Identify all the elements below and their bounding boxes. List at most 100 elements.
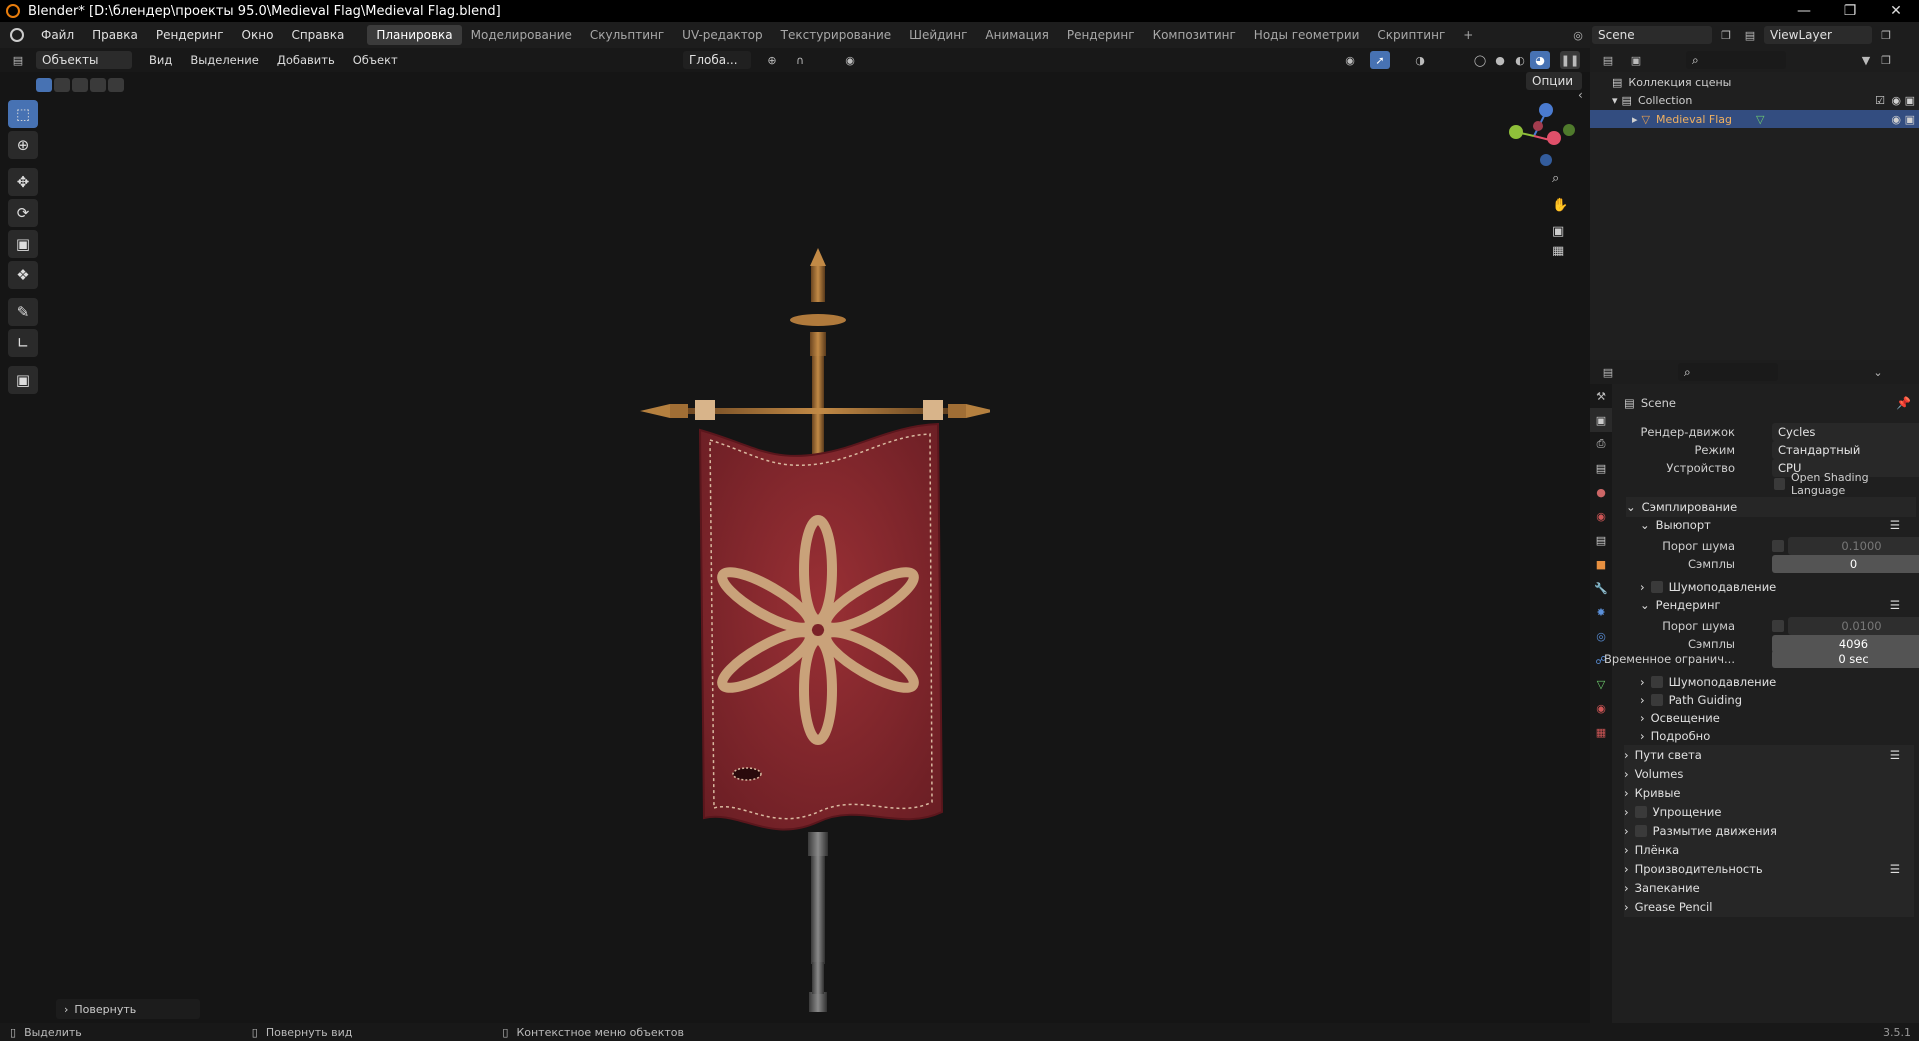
path-guiding-checkbox[interactable]	[1650, 694, 1663, 706]
r-denoise-subpanel[interactable]: › Шумоподавление	[1640, 672, 1919, 692]
blender-menu-icon[interactable]	[10, 28, 24, 42]
outliner-item-medieval-flag[interactable]: ▸ ▽ Medieval Flag ▽ ◉ ▣	[1590, 110, 1919, 128]
select-box-icon[interactable]: ⬚	[8, 100, 38, 128]
motion-blur-checkbox[interactable]	[1634, 825, 1647, 837]
scene-icon[interactable]: ◎	[1568, 26, 1588, 44]
vp-samples-field[interactable]: 0	[1772, 555, 1919, 573]
material-shading-icon[interactable]: ◐	[1510, 51, 1530, 69]
maximize-icon[interactable]: ❐	[1827, 0, 1873, 22]
gizmo-x-icon[interactable]	[1547, 131, 1561, 145]
chevron-down-icon[interactable]: ⌄	[1868, 363, 1888, 381]
render-engine-dropdown[interactable]: Cycles	[1772, 423, 1919, 441]
orientation-dropdown[interactable]: Глоба...	[683, 51, 751, 69]
add-cube-icon[interactable]: ▣	[8, 366, 38, 394]
time-limit-field[interactable]: 0 sec	[1772, 650, 1919, 668]
menu-render[interactable]: Рендеринг	[147, 28, 233, 42]
presets-list-icon[interactable]: ☰	[1890, 518, 1900, 532]
cursor-icon[interactable]: ⊕	[8, 131, 38, 159]
zoom-icon[interactable]: ⌕	[1552, 171, 1559, 186]
performance-panel[interactable]: › Производительность ☰	[1624, 859, 1914, 879]
solid-shading-icon[interactable]: ●	[1490, 51, 1510, 69]
measure-icon[interactable]: ∟	[8, 329, 38, 357]
outliner-search-input[interactable]: ⌕	[1686, 51, 1786, 69]
eye-icon[interactable]: ◉	[1891, 94, 1901, 107]
display-mode-icon[interactable]: ▣	[1626, 51, 1646, 69]
last-operator-panel[interactable]: › Повернуть	[56, 999, 200, 1019]
menu-add[interactable]: Добавить	[268, 53, 344, 67]
camera-view-icon[interactable]: ▣	[1552, 224, 1564, 239]
lights-subpanel[interactable]: › Освещение	[1640, 708, 1919, 728]
tab-layout[interactable]: Планировка	[367, 25, 462, 45]
tab-modeling[interactable]: Моделирование	[462, 25, 581, 45]
osl-checkbox[interactable]	[1774, 478, 1785, 490]
sampling-panel-header[interactable]: ⌄ Сэмплирование	[1626, 497, 1916, 517]
exclude-checkbox-icon[interactable]: ☑	[1875, 94, 1885, 107]
grease-pencil-panel[interactable]: › Grease Pencil	[1624, 897, 1914, 917]
advanced-subpanel[interactable]: › Подробно	[1640, 726, 1919, 746]
vp-denoise-subpanel[interactable]: › Шумоподавление	[1640, 577, 1919, 597]
render-tab-icon[interactable]: ▣	[1590, 408, 1612, 432]
wireframe-shading-icon[interactable]: ◯	[1470, 51, 1490, 69]
tab-sculpting[interactable]: Скульптинг	[581, 25, 673, 45]
viewport-subpanel-header[interactable]: ⌄ Выюпорт ☰	[1640, 515, 1910, 535]
mode-dropdown[interactable]: Объекты	[36, 51, 132, 69]
tab-rendering[interactable]: Рендеринг	[1058, 25, 1144, 45]
annotate-icon[interactable]: ✎	[8, 298, 38, 326]
select-invert-icon[interactable]	[90, 78, 106, 92]
vp-denoise-checkbox[interactable]	[1650, 581, 1663, 593]
vp-noise-checkbox[interactable]	[1772, 540, 1784, 552]
pan-hand-icon[interactable]: ✋	[1552, 197, 1568, 213]
film-panel[interactable]: › Плёнка	[1624, 840, 1914, 860]
menu-help[interactable]: Справка	[282, 28, 353, 42]
menu-select[interactable]: Выделение	[181, 53, 268, 67]
navigation-gizmo[interactable]: ⌕ ✋ ▣ ▦	[1496, 96, 1576, 256]
tab-compositing[interactable]: Композитинг	[1144, 25, 1245, 45]
viewlayer-field[interactable]: ViewLayer	[1764, 26, 1872, 44]
tab-texture-paint[interactable]: Текстурирование	[772, 25, 900, 45]
proportional-icon[interactable]: ◉	[840, 51, 860, 69]
vp-noise-threshold-field[interactable]: 0.1000	[1788, 537, 1919, 555]
pause-icon[interactable]: ❚❚	[1560, 51, 1580, 69]
properties-search-input[interactable]: ⌕	[1678, 363, 1778, 381]
render-camera-icon[interactable]: ▣	[1905, 113, 1915, 126]
presets-list-icon[interactable]: ☰	[1890, 598, 1900, 612]
r-noise-checkbox[interactable]	[1772, 620, 1784, 632]
select-subtract-icon[interactable]	[72, 78, 88, 92]
add-workspace-button[interactable]: +	[1454, 25, 1482, 45]
gizmo-z-icon[interactable]	[1539, 103, 1553, 117]
physics-tab-icon[interactable]: ◎	[1590, 624, 1612, 648]
transform-icon[interactable]: ❖	[8, 261, 38, 289]
feature-set-dropdown[interactable]: Стандартный	[1772, 441, 1919, 459]
gizmo-y-icon[interactable]	[1509, 125, 1523, 139]
menu-file[interactable]: Файл	[32, 28, 83, 42]
render-subpanel-header[interactable]: ⌄ Рендеринг ☰	[1640, 595, 1910, 615]
modifier-tab-icon[interactable]: 🔧	[1590, 576, 1612, 600]
data-tab-icon[interactable]: ▽	[1590, 672, 1612, 696]
editor-type-icon[interactable]: ▤	[8, 51, 28, 69]
r-denoise-checkbox[interactable]	[1650, 676, 1663, 688]
collection-label[interactable]: Collection	[1638, 94, 1692, 107]
filter-icon[interactable]: ▼	[1856, 51, 1876, 69]
tab-uv-editing[interactable]: UV-редактор	[673, 25, 771, 45]
outliner-type-icon[interactable]: ▤	[1598, 51, 1618, 69]
presets-list-icon[interactable]: ☰	[1890, 748, 1900, 762]
select-new-icon[interactable]	[36, 78, 52, 92]
tab-shading[interactable]: Шейдинг	[900, 25, 976, 45]
presets-list-icon[interactable]: ☰	[1890, 862, 1900, 876]
scale-icon[interactable]: ▣	[8, 230, 38, 258]
material-tab-icon[interactable]: ◉	[1590, 696, 1612, 720]
visibility-icon[interactable]: ◉	[1340, 51, 1360, 69]
collapse-sidebar-icon[interactable]: ‹	[1578, 88, 1583, 102]
snap-icon[interactable]: ∩	[790, 51, 810, 69]
overlay-icon[interactable]: ◑	[1410, 51, 1430, 69]
menu-object[interactable]: Объект	[344, 53, 407, 67]
rotate-icon[interactable]: ⟳	[8, 199, 38, 227]
path-guiding-subpanel[interactable]: › Path Guiding	[1640, 690, 1919, 710]
new-scene-icon[interactable]: ❐	[1716, 26, 1736, 44]
menu-edit[interactable]: Правка	[83, 28, 147, 42]
motion-blur-panel[interactable]: › Размытие движения	[1624, 821, 1914, 841]
simplify-checkbox[interactable]	[1634, 806, 1647, 818]
r-noise-threshold-field[interactable]: 0.0100	[1788, 617, 1919, 635]
minimize-icon[interactable]: —	[1781, 0, 1827, 22]
new-viewlayer-icon[interactable]: ❐	[1876, 26, 1896, 44]
